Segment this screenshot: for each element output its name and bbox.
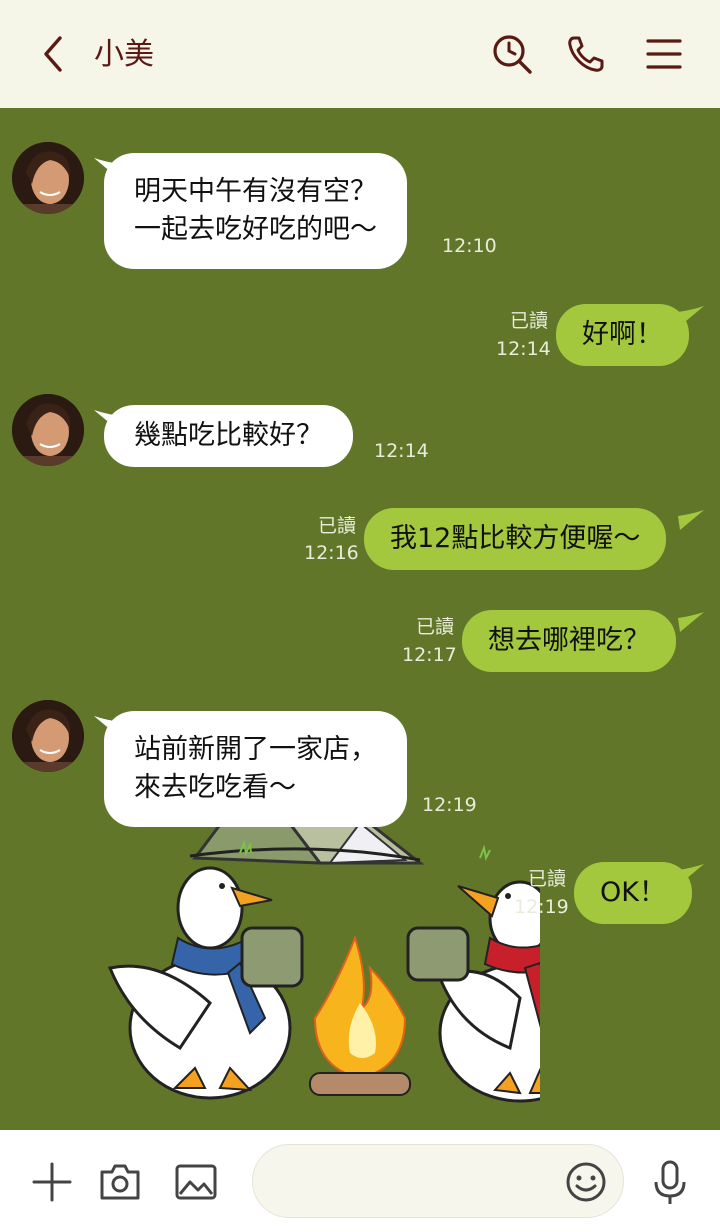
message-bubble-incoming[interactable]: 明天中午有沒有空？ 一起去吃好吃的吧～ <box>104 153 407 269</box>
message-time: 12:19 <box>514 896 569 918</box>
chat-area[interactable]: 明天中午有沒有空？ 一起去吃好吃的吧～ 12:10 已讀 12:14 好啊！ 幾… <box>0 108 720 1130</box>
message-text: 站前新開了一家店， <box>134 734 377 765</box>
message-text: 一起去吃好吃的吧～ <box>134 214 377 245</box>
chat-header: 小美 <box>0 0 720 108</box>
message-text: 好啊！ <box>582 319 663 350</box>
avatar-portrait-icon <box>12 394 84 466</box>
message-time: 12:19 <box>422 794 477 816</box>
camera-icon[interactable] <box>96 1158 144 1206</box>
back-chevron-icon[interactable] <box>36 34 76 74</box>
message-bubble-outgoing[interactable]: OK！ <box>574 862 692 924</box>
contact-avatar[interactable] <box>12 394 84 466</box>
message-bubble-outgoing[interactable]: 想去哪裡吃？ <box>462 610 676 672</box>
read-receipt: 已讀 <box>415 616 454 638</box>
contact-avatar[interactable] <box>12 700 84 772</box>
bubble-tail <box>678 612 704 632</box>
read-receipt: 已讀 <box>509 310 548 332</box>
message-time: 12:14 <box>496 338 551 360</box>
message-time: 12:10 <box>442 235 497 257</box>
plus-icon[interactable] <box>28 1158 76 1206</box>
message-text: 明天中午有沒有空？ <box>134 176 377 207</box>
mic-icon[interactable] <box>646 1158 694 1206</box>
message-time: 12:17 <box>402 644 457 666</box>
message-input-bar <box>0 1130 720 1232</box>
phone-icon[interactable] <box>564 32 608 76</box>
message-time: 12:16 <box>304 542 359 564</box>
image-icon[interactable] <box>172 1158 220 1206</box>
message-time: 12:14 <box>374 440 429 462</box>
message-bubble-outgoing[interactable]: 好啊！ <box>556 304 689 366</box>
bubble-tail <box>678 510 704 530</box>
contact-avatar[interactable] <box>12 142 84 214</box>
menu-icon[interactable] <box>642 32 686 76</box>
message-text: 來去吃吃看～ <box>134 772 296 803</box>
message-bubble-outgoing[interactable]: 我12點比較方便喔～ <box>364 508 667 570</box>
message-text: OK！ <box>600 877 666 908</box>
read-receipt: 已讀 <box>527 868 566 890</box>
message-text: 幾點吃比較好？ <box>134 420 323 451</box>
avatar-portrait-icon <box>12 700 84 772</box>
search-clock-icon[interactable] <box>490 32 534 76</box>
message-bubble-incoming[interactable]: 幾點吃比較好？ <box>104 405 353 467</box>
avatar-portrait-icon <box>12 142 84 214</box>
emoji-icon[interactable] <box>562 1158 610 1206</box>
message-text: 想去哪裡吃？ <box>488 625 650 656</box>
read-receipt: 已讀 <box>317 515 356 537</box>
chat-title: 小美 <box>94 37 154 72</box>
message-bubble-incoming[interactable]: 站前新開了一家店， 來去吃吃看～ <box>104 711 407 827</box>
message-text: 我12點比較方便喔～ <box>390 523 641 554</box>
